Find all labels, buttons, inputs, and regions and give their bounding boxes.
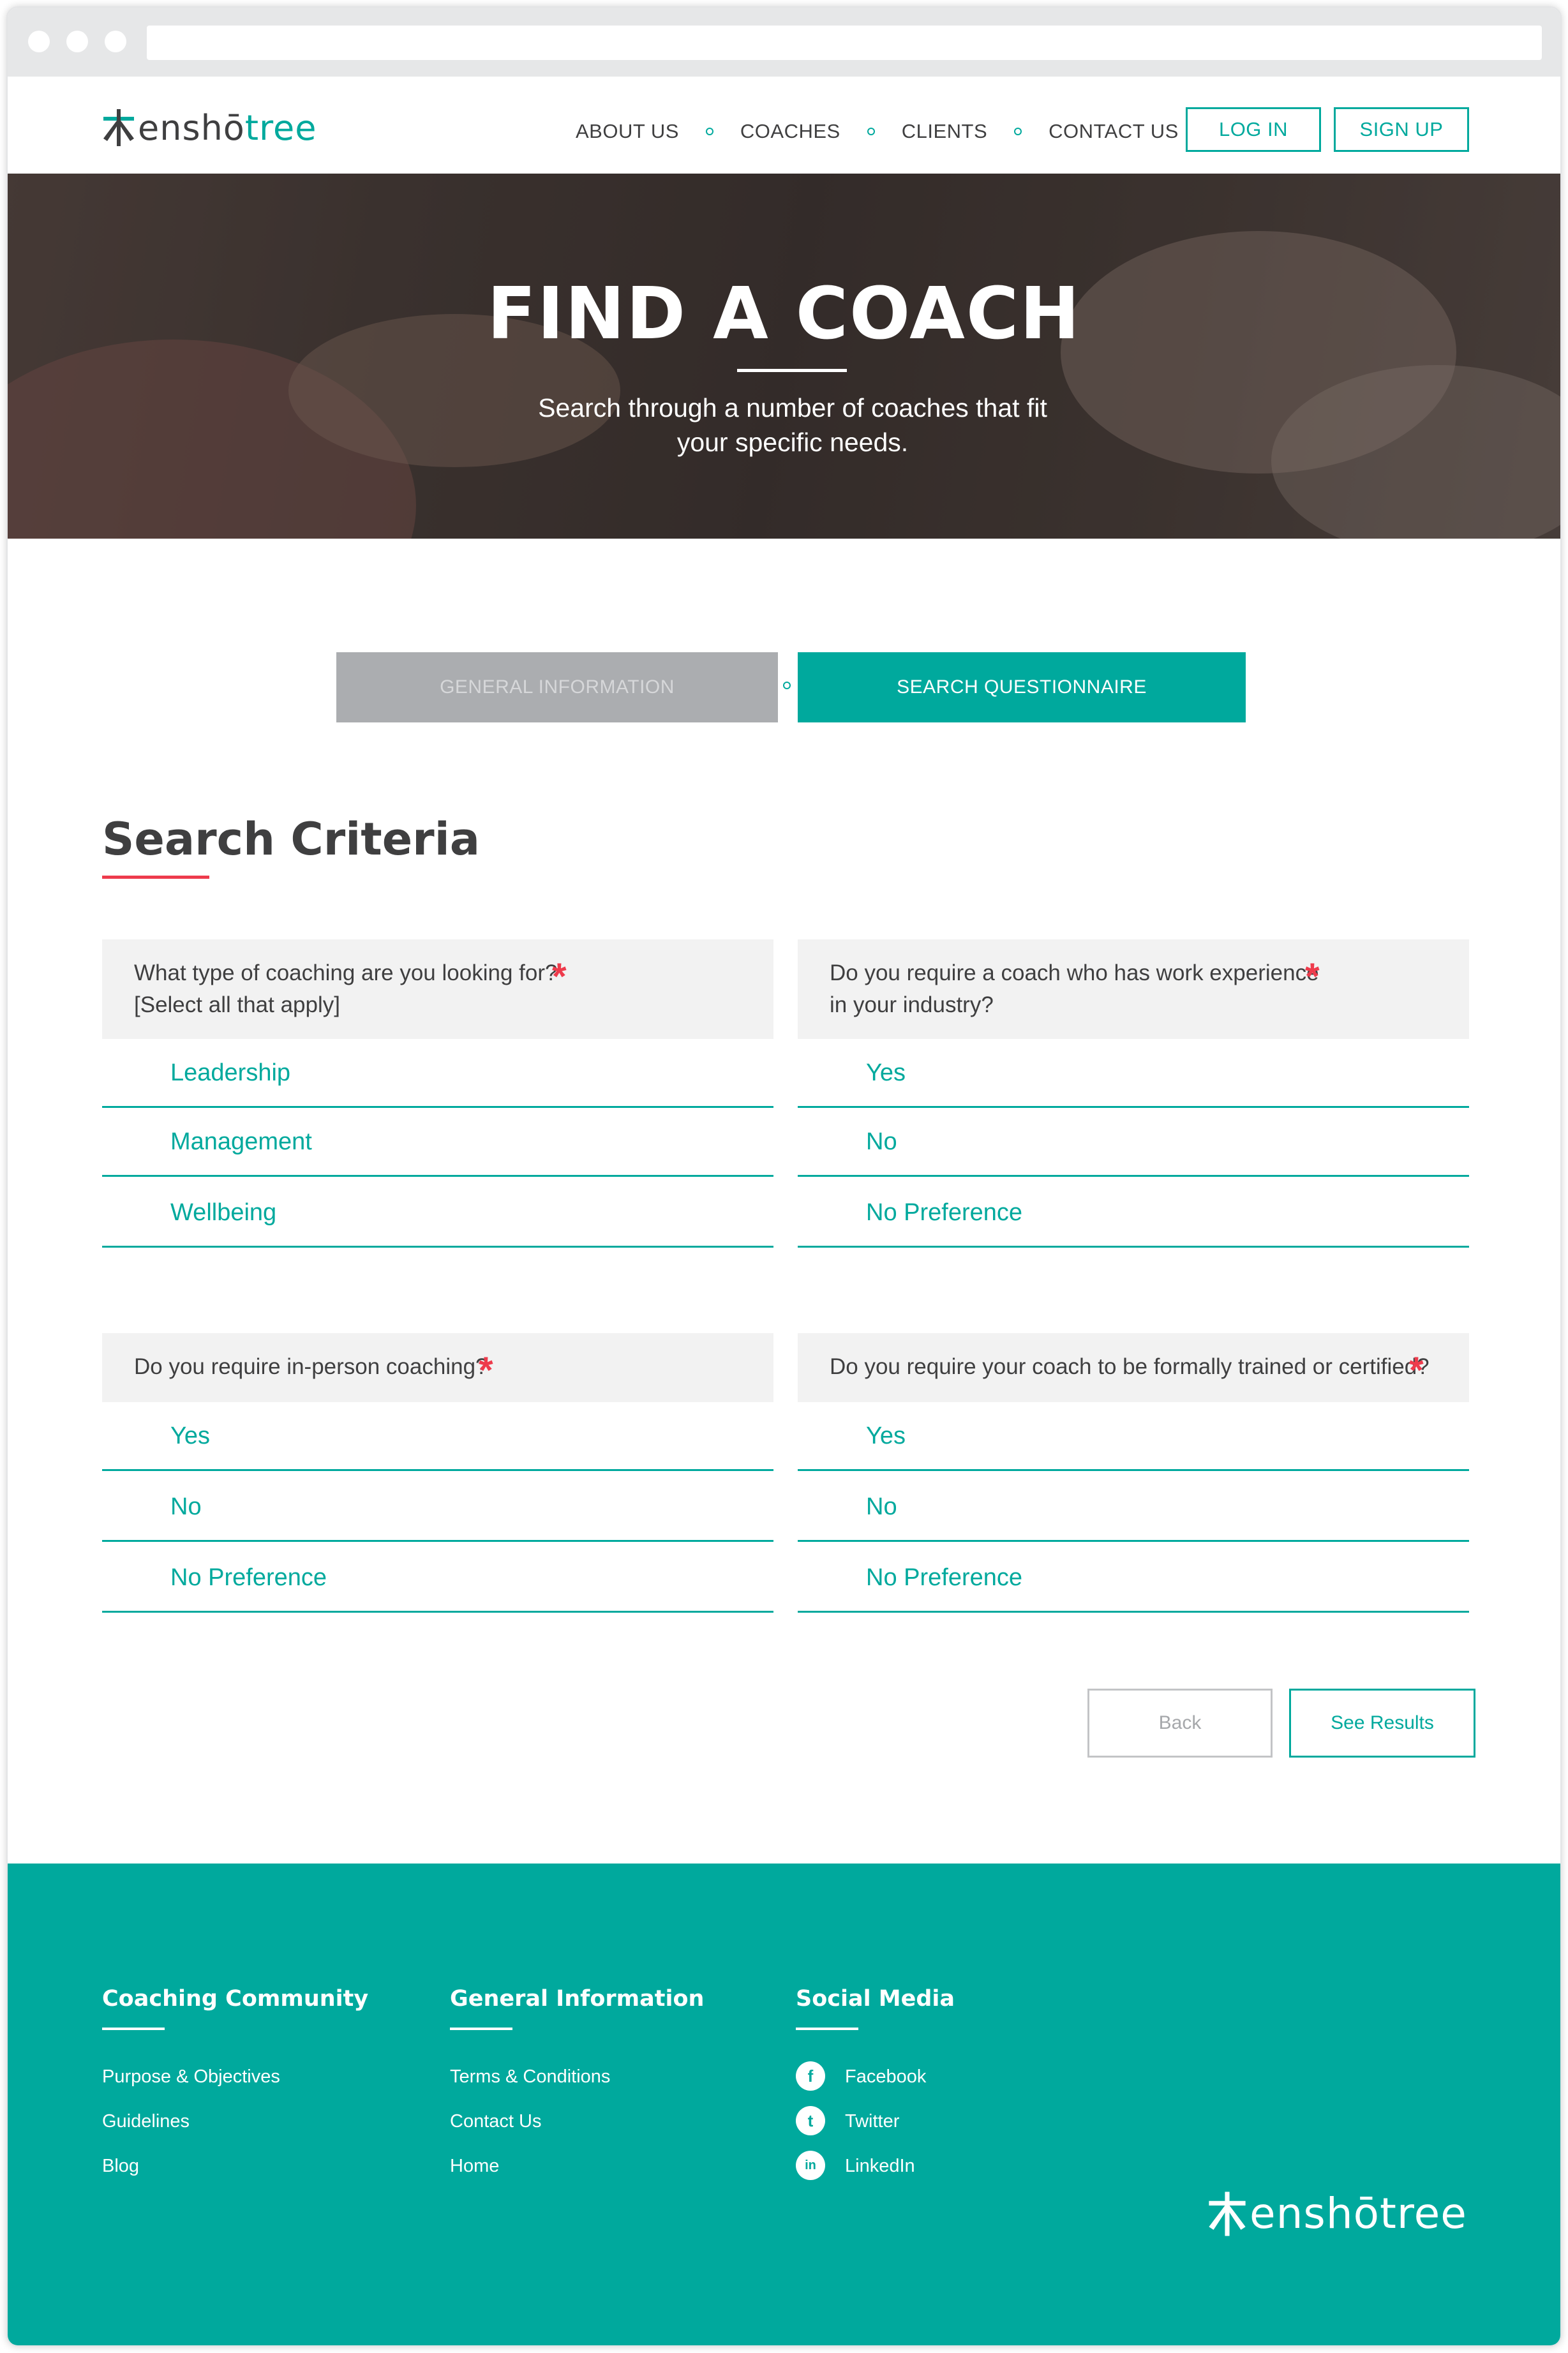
nav-contact-us[interactable]: CONTACT US (1049, 120, 1179, 143)
footer-title-underline (796, 2028, 858, 2030)
option-label: Leadership (170, 1059, 291, 1086)
question-certified: Do you require your coach to be formally… (798, 1333, 1469, 1402)
option-certified-yes[interactable]: Yes (798, 1402, 1469, 1471)
window-close-dot[interactable] (28, 31, 50, 52)
option-label: Management (170, 1128, 312, 1155)
footer-link-contact[interactable]: Contact Us (450, 2111, 541, 2132)
back-button[interactable]: Back (1087, 1689, 1273, 1758)
option-management[interactable]: Management (102, 1108, 773, 1177)
footer-community-title: Coaching Community (102, 1986, 369, 2012)
hero-banner: FIND A COACH Search through a number of … (8, 174, 1560, 539)
option-label: Yes (170, 1423, 210, 1449)
section-title: Search Criteria (102, 813, 480, 865)
hero-subtitle: Search through a number of coaches that … (454, 391, 1131, 459)
option-label: No Preference (866, 1199, 1023, 1226)
footer-link-linkedin[interactable]: LinkedIn (845, 2156, 915, 2177)
option-label: Wellbeing (170, 1199, 277, 1226)
section-title-underline (102, 876, 209, 879)
question-text: Do you require your coach to be formally… (830, 1351, 1430, 1383)
question-line1: Do you require in-person coaching? (134, 1354, 488, 1379)
option-industry-no-preference[interactable]: No Preference (798, 1179, 1469, 1248)
address-bar[interactable] (147, 26, 1542, 60)
linkedin-icon[interactable]: in (796, 2151, 825, 2180)
site-logo[interactable]: enshō tree (102, 107, 317, 148)
question-line1: Do you require your coach to be formally… (830, 1354, 1430, 1379)
footer-link-purpose[interactable]: Purpose & Objectives (102, 2066, 280, 2088)
step-search-questionnaire[interactable]: SEARCH QUESTIONNAIRE (798, 652, 1246, 722)
hero-subtitle-line2: your specific needs. (676, 428, 909, 457)
option-label: No (866, 1128, 897, 1155)
question-line2: [Select all that apply] (134, 992, 340, 1017)
footer-title-underline (450, 2028, 512, 2030)
question-industry-experience: Do you require a coach who has work expe… (798, 939, 1469, 1039)
footer-link-guidelines[interactable]: Guidelines (102, 2111, 190, 2132)
site-header: enshō tree ABOUT US COACHES CLIENTS CONTA… (8, 77, 1560, 174)
tree-logo-icon (1209, 2191, 1246, 2236)
nav-separator-dot (1014, 128, 1022, 135)
option-label: No Preference (170, 1564, 327, 1591)
window-minimize-dot[interactable] (66, 31, 88, 52)
logo-text-accent: tree (244, 107, 317, 148)
nav-clients[interactable]: CLIENTS (902, 120, 987, 143)
required-asterisk: * (479, 1350, 493, 1391)
signup-button[interactable]: SIGN UP (1334, 107, 1469, 152)
twitter-icon[interactable]: t (796, 2106, 825, 2135)
option-certified-no-preference[interactable]: No Preference (798, 1544, 1469, 1613)
required-asterisk: * (1409, 1350, 1424, 1391)
option-in-person-no-preference[interactable]: No Preference (102, 1544, 773, 1613)
hero-title: FIND A COACH (487, 273, 1081, 355)
logo-text-primary: enshō (138, 107, 245, 148)
question-line1: Do you require a coach who has work expe… (830, 960, 1319, 985)
facebook-icon[interactable]: f (796, 2061, 825, 2091)
option-in-person-no[interactable]: No (102, 1473, 773, 1542)
option-label: Yes (866, 1059, 906, 1086)
nav-about-us[interactable]: ABOUT US (576, 120, 679, 143)
hero-title-underline (737, 369, 847, 372)
option-industry-no[interactable]: No (798, 1108, 1469, 1177)
question-text: Do you require in-person coaching? (134, 1351, 488, 1383)
footer-social-title: Social Media (796, 1986, 955, 2012)
option-leadership[interactable]: Leadership (102, 1039, 773, 1108)
window-maximize-dot[interactable] (105, 31, 126, 52)
question-text: Do you require a coach who has work expe… (830, 957, 1319, 1021)
step-general-information[interactable]: GENERAL INFORMATION (336, 652, 778, 722)
hero-subtitle-line1: Search through a number of coaches that … (538, 393, 1047, 422)
footer-link-terms[interactable]: Terms & Conditions (450, 2066, 610, 2088)
step-separator-dot (783, 682, 791, 689)
question-line1: What type of coaching are you looking fo… (134, 960, 558, 985)
login-button[interactable]: LOG IN (1186, 107, 1321, 152)
question-line2: in your industry? (830, 992, 994, 1017)
see-results-button[interactable]: See Results (1289, 1689, 1475, 1758)
footer-link-twitter[interactable]: Twitter (845, 2111, 899, 2132)
hero-overlay (8, 174, 1560, 539)
required-asterisk: * (552, 956, 567, 997)
option-label: No (170, 1493, 202, 1520)
option-label: No (866, 1493, 897, 1520)
question-in-person: Do you require in-person coaching? * (102, 1333, 773, 1402)
question-coaching-type: What type of coaching are you looking fo… (102, 939, 773, 1039)
nav-separator-dot (867, 128, 875, 135)
option-certified-no[interactable]: No (798, 1473, 1469, 1542)
required-asterisk: * (1305, 956, 1320, 997)
footer-link-facebook[interactable]: Facebook (845, 2066, 926, 2088)
browser-window: enshō tree ABOUT US COACHES CLIENTS CONTA… (6, 6, 1562, 2347)
browser-toolbar (8, 8, 1560, 77)
footer-link-blog[interactable]: Blog (102, 2156, 139, 2177)
tree-logo-icon (103, 109, 134, 146)
option-industry-yes[interactable]: Yes (798, 1039, 1469, 1108)
nav-separator-dot (705, 128, 713, 135)
question-text: What type of coaching are you looking fo… (134, 957, 557, 1021)
footer-logo-text: enshōtree (1250, 2189, 1467, 2238)
option-in-person-yes[interactable]: Yes (102, 1402, 773, 1471)
footer-title-underline (102, 2028, 165, 2030)
footer-logo[interactable]: enshōtree (1207, 2189, 1467, 2238)
main-nav: ABOUT US COACHES CLIENTS CONTACT US (576, 120, 1179, 143)
footer-general-title: General Information (450, 1986, 705, 2012)
footer-link-home[interactable]: Home (450, 2156, 499, 2177)
site-footer: Coaching Community Purpose & Objectives … (8, 1864, 1560, 2345)
option-label: Yes (866, 1423, 906, 1449)
option-label: No Preference (866, 1564, 1023, 1591)
nav-coaches[interactable]: COACHES (740, 120, 840, 143)
option-wellbeing[interactable]: Wellbeing (102, 1179, 773, 1248)
